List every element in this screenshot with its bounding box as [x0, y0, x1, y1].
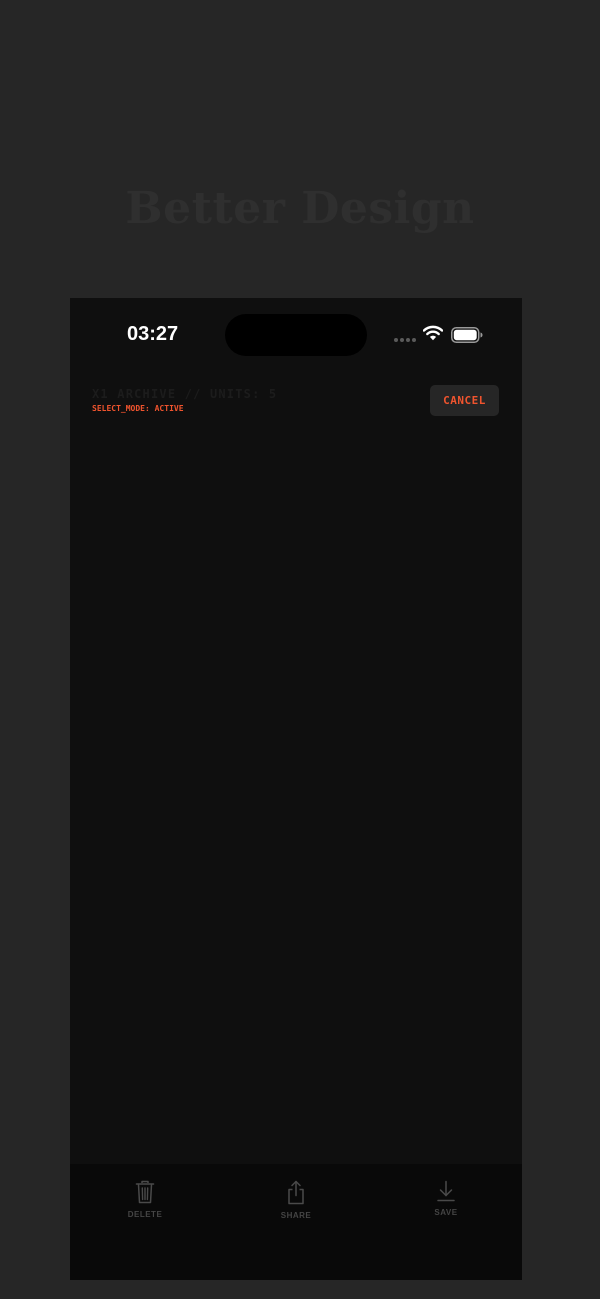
trash-icon: [135, 1180, 155, 1204]
share-button[interactable]: SHARE: [251, 1180, 341, 1220]
dynamic-island: [225, 314, 367, 356]
select-mode-status: SELECT_MODE: ACTIVE: [92, 404, 184, 413]
download-icon: [437, 1180, 455, 1202]
save-button[interactable]: SAVE: [401, 1180, 491, 1217]
banner-title: Better Design: [125, 183, 475, 234]
status-time: 03:27: [127, 323, 179, 345]
signal-dots-icon: [394, 338, 418, 342]
delete-button[interactable]: DELETE: [100, 1180, 190, 1219]
delete-label: DELETE: [127, 1210, 163, 1219]
cancel-button[interactable]: CANCEL: [430, 385, 499, 416]
share-icon: [288, 1180, 304, 1205]
archive-title: X1 ARCHIVE // UNITS: 5: [92, 387, 278, 401]
share-label: SHARE: [280, 1211, 312, 1220]
save-label: SAVE: [434, 1208, 458, 1217]
battery-icon: [451, 327, 483, 343]
phone-screen: 03:27 X1 ARCHIVE // UNITS: 5 SELECT_MODE…: [70, 298, 522, 1280]
bottom-action-bar: DELETE SHARE SAVE: [70, 1164, 522, 1280]
wifi-icon: [423, 325, 443, 341]
